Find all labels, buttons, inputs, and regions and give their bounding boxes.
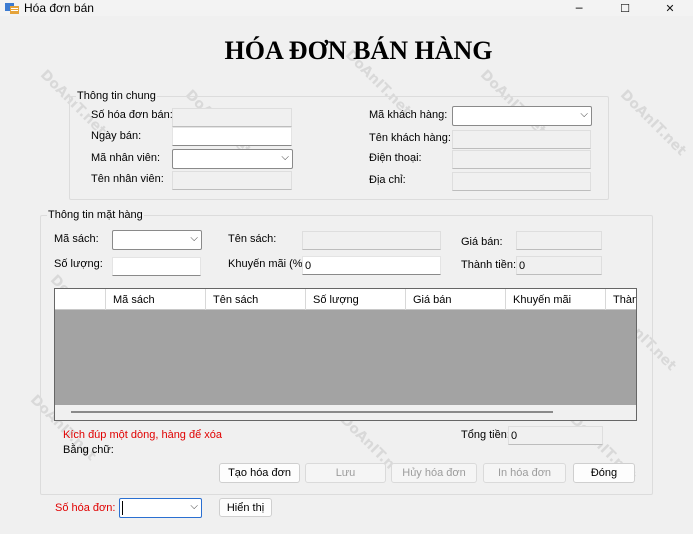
customer-id-combo[interactable]: ⌵ [452, 106, 592, 126]
employee-name-label: Tên nhân viên: [91, 173, 164, 185]
quantity-field[interactable] [112, 257, 201, 276]
delete-row-hint: Kích đúp một dòng, hàng để xóa [63, 429, 223, 441]
book-name-label: Tên sách: [228, 233, 277, 245]
total-field: 0 [508, 426, 603, 445]
create-invoice-button[interactable]: Tạo hóa đơn [219, 463, 300, 483]
general-info-legend: Thông tin chung [76, 90, 157, 102]
cancel-invoice-button[interactable]: Hủy hóa đơn [391, 463, 477, 483]
invoice-items-grid[interactable]: Mã sách Tên sách Số lượng Giá bán Khuyến… [54, 288, 637, 421]
customer-name-field [452, 130, 591, 149]
chevron-down-icon: ⌵ [190, 233, 198, 244]
amount-in-words-label: Bằng chữ: [63, 444, 114, 456]
scrollbar-thumb[interactable] [71, 411, 553, 413]
employee-name-field [172, 171, 292, 190]
customer-id-label: Mã khách hàng: [369, 109, 448, 121]
page-title: HÓA ĐƠN BÁN HÀNG [224, 36, 493, 65]
chevron-down-icon: ⌵ [281, 152, 289, 163]
subtotal-field: 0 [516, 256, 602, 275]
column-header-price[interactable]: Giá bán [406, 289, 506, 310]
column-header-discount[interactable]: Khuyến mãi [506, 289, 606, 310]
column-header-quantity[interactable]: Số lượng [306, 289, 406, 310]
total-label: Tổng tiền: [461, 429, 510, 441]
grid-row-header-cell [55, 289, 106, 310]
app-icon [5, 3, 19, 14]
save-button[interactable]: Lưu [305, 463, 386, 483]
phone-field [452, 150, 591, 169]
discount-label: Khuyến mãi (%): [228, 258, 310, 270]
show-button[interactable]: Hiển thị [219, 498, 272, 517]
grid-horizontal-scrollbar[interactable] [55, 405, 636, 420]
chevron-down-icon: ⌵ [190, 501, 198, 512]
text-caret [122, 501, 123, 515]
book-name-field [302, 231, 441, 250]
discount-field[interactable]: 0 [302, 256, 441, 275]
sale-date-field[interactable] [172, 127, 292, 146]
maximize-button[interactable]: ☐ [602, 0, 648, 16]
invoice-number-field [172, 108, 292, 127]
title-bar: Hóa đơn bán ─ ☐ ✕ [0, 0, 693, 16]
minimize-button[interactable]: ─ [556, 0, 602, 16]
column-header-subtotal[interactable]: Thành tiền [606, 289, 636, 310]
grid-header: Mã sách Tên sách Số lượng Giá bán Khuyến… [55, 289, 636, 310]
invoice-number-label: Số hóa đơn bán: [91, 109, 173, 121]
subtotal-label: Thành tiền: [461, 259, 517, 271]
price-field [516, 231, 602, 250]
watermark-text: DoAnIT.net [616, 86, 690, 160]
quantity-label: Số lượng: [54, 258, 103, 270]
phone-label: Điện thoại: [369, 152, 422, 164]
chevron-down-icon: ⌵ [580, 109, 588, 120]
search-invoice-label: Số hóa đơn: [55, 502, 116, 514]
book-id-combo[interactable]: ⌵ [112, 230, 202, 250]
address-field [452, 172, 591, 191]
price-label: Giá bán: [461, 236, 503, 248]
close-form-button[interactable]: Đóng [573, 463, 635, 483]
book-id-label: Mã sách: [54, 233, 99, 245]
address-label: Địa chỉ: [369, 174, 406, 186]
close-window-button[interactable]: ✕ [647, 0, 693, 16]
window-title: Hóa đơn bán [24, 1, 94, 15]
employee-id-label: Mã nhân viên: [91, 152, 161, 164]
print-invoice-button[interactable]: In hóa đơn [483, 463, 566, 483]
column-header-book-id[interactable]: Mã sách [106, 289, 206, 310]
search-invoice-combo[interactable]: ⌵ [119, 498, 202, 518]
sale-date-label: Ngày bán: [91, 130, 142, 142]
column-header-book-name[interactable]: Tên sách [206, 289, 306, 310]
employee-id-combo[interactable]: ⌵ [172, 149, 293, 169]
item-info-legend: Thông tin mặt hàng [47, 209, 144, 221]
customer-name-label: Tên khách hàng: [369, 132, 451, 144]
